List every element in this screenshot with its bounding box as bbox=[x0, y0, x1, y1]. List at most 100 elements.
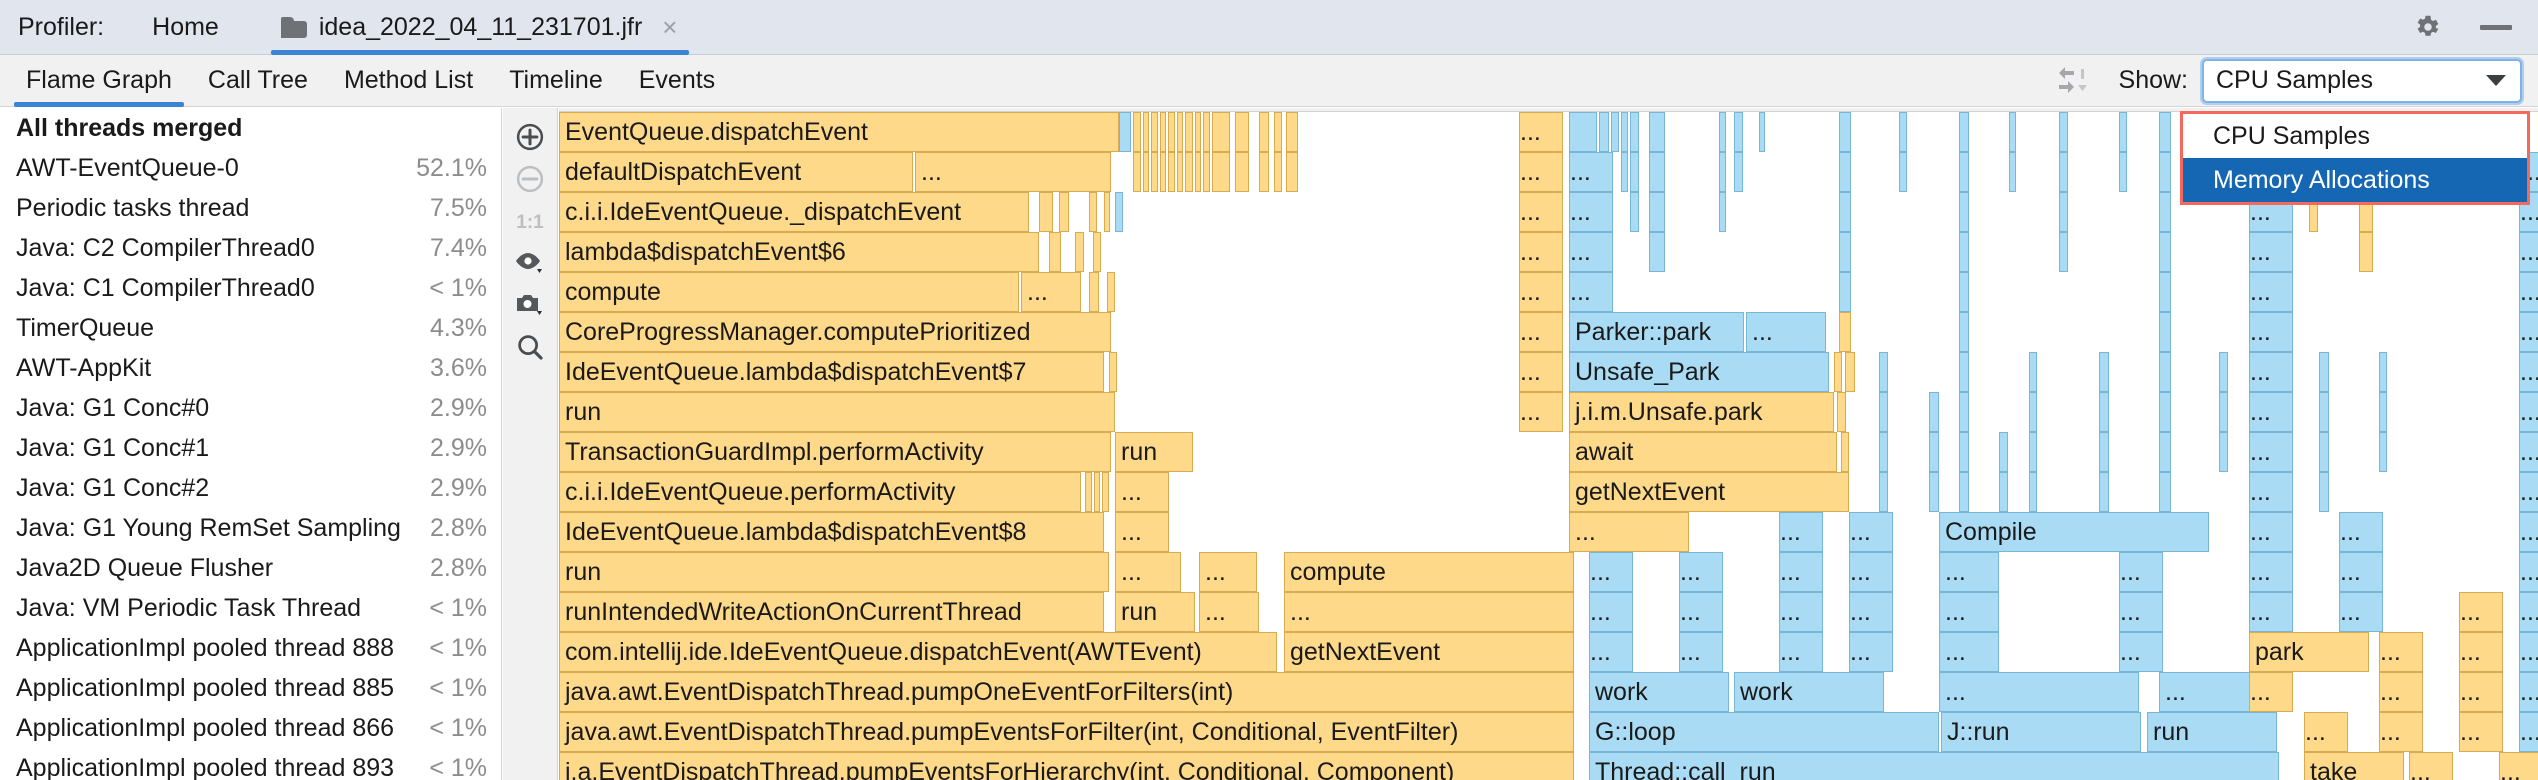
flame-frame[interactable] bbox=[1177, 152, 1183, 192]
flame-frame[interactable] bbox=[1899, 152, 1907, 192]
flame-frame[interactable]: ... bbox=[2409, 752, 2453, 780]
flame-frame[interactable] bbox=[1719, 112, 1726, 152]
flame-frame[interactable] bbox=[1093, 232, 1101, 272]
flame-frame[interactable]: ... bbox=[2519, 272, 2538, 312]
flame-frame[interactable] bbox=[1621, 152, 1628, 192]
flame-frame[interactable] bbox=[1104, 192, 1110, 232]
flame-frame[interactable] bbox=[2159, 272, 2171, 312]
dropdown-item-memory-allocations[interactable]: Memory Allocations bbox=[2183, 158, 2527, 202]
flame-frame[interactable] bbox=[1151, 152, 1158, 192]
flame-frame[interactable]: G::loop bbox=[1589, 712, 1939, 752]
flame-frame[interactable]: run bbox=[1115, 432, 1193, 472]
flame-frame[interactable] bbox=[2319, 432, 2329, 472]
tab-events[interactable]: Events bbox=[621, 55, 733, 107]
thread-list-item[interactable]: Java: G1 Young RemSet Sampling 2.8% bbox=[0, 508, 501, 548]
flame-frame[interactable]: ... bbox=[1939, 592, 1999, 632]
thread-list-item[interactable]: Java: G1 Conc#2 2.9% bbox=[0, 468, 501, 508]
flame-frame[interactable]: ... bbox=[1519, 192, 1563, 232]
flame-frame[interactable]: ... bbox=[1519, 232, 1563, 272]
flame-frame[interactable] bbox=[1177, 112, 1183, 152]
flame-frame[interactable] bbox=[1999, 472, 2008, 512]
flame-frame[interactable] bbox=[2029, 432, 2037, 472]
flame-frame[interactable] bbox=[1115, 192, 1123, 232]
flame-frame[interactable]: ... bbox=[2459, 712, 2503, 752]
tab-timeline[interactable]: Timeline bbox=[491, 55, 621, 107]
flame-frame[interactable] bbox=[2119, 112, 2127, 152]
flame-frame[interactable] bbox=[1839, 192, 1851, 232]
flame-frame[interactable] bbox=[2119, 152, 2127, 192]
flame-frame[interactable] bbox=[1879, 472, 1888, 512]
flame-frame[interactable]: ... bbox=[2379, 632, 2423, 672]
flame-frame[interactable] bbox=[1734, 152, 1743, 192]
flame-frame[interactable]: ... bbox=[1589, 592, 1633, 632]
flame-frame[interactable] bbox=[2219, 432, 2228, 472]
flame-frame[interactable] bbox=[1929, 392, 1939, 432]
flame-frame[interactable] bbox=[2059, 112, 2068, 152]
thread-list-item[interactable]: AWT-EventQueue-0 52.1% bbox=[0, 148, 501, 188]
flame-frame[interactable] bbox=[1959, 192, 1969, 232]
flame-frame[interactable] bbox=[1094, 472, 1100, 512]
flame-frame[interactable] bbox=[1611, 112, 1619, 152]
flame-frame[interactable]: ... bbox=[1519, 272, 1563, 312]
flame-frame[interactable]: ... bbox=[2119, 592, 2163, 632]
flame-frame[interactable]: ... bbox=[2519, 672, 2538, 712]
flame-frame[interactable]: Compile bbox=[1939, 512, 2209, 552]
flame-frame[interactable]: take bbox=[2304, 752, 2404, 780]
tab-method-list[interactable]: Method List bbox=[326, 55, 491, 107]
flame-frame[interactable] bbox=[2099, 352, 2109, 392]
flame-frame[interactable] bbox=[1195, 112, 1201, 152]
flame-frame[interactable]: ... bbox=[2459, 632, 2503, 672]
flame-frame[interactable] bbox=[2219, 352, 2228, 392]
flame-frame[interactable]: ... bbox=[2519, 432, 2538, 472]
flame-frame[interactable]: ... bbox=[1569, 152, 1613, 192]
flame-frame[interactable] bbox=[2059, 232, 2068, 272]
flame-frame[interactable]: ... bbox=[2249, 512, 2293, 552]
flame-frame[interactable] bbox=[2379, 392, 2387, 432]
flame-frame[interactable] bbox=[1839, 312, 1851, 352]
thread-list-item[interactable]: ApplicationImpl pooled thread 885 < 1% bbox=[0, 668, 501, 708]
flame-frame[interactable] bbox=[1649, 112, 1665, 152]
flame-frame[interactable]: ... bbox=[2249, 552, 2293, 592]
flame-frame[interactable]: ... bbox=[2249, 592, 2293, 632]
flame-frame[interactable] bbox=[2319, 352, 2329, 392]
flame-frame[interactable] bbox=[1235, 112, 1249, 152]
flame-frame[interactable] bbox=[2319, 392, 2329, 432]
flame-frame[interactable] bbox=[2029, 352, 2037, 392]
flame-frame[interactable] bbox=[2379, 352, 2387, 392]
flame-frame[interactable]: ... bbox=[1519, 312, 1563, 352]
thread-list-item[interactable]: Java: C1 CompilerThread0 < 1% bbox=[0, 268, 501, 308]
flame-frame[interactable]: IdeEventQueue.lambda$dispatchEvent$7 bbox=[559, 352, 1104, 392]
flame-frame[interactable]: ... bbox=[2459, 592, 2503, 632]
flame-frame[interactable] bbox=[1286, 152, 1298, 192]
flame-frame[interactable]: ... bbox=[1115, 552, 1181, 592]
show-combobox[interactable]: CPU Samples bbox=[2202, 58, 2522, 103]
flame-frame[interactable] bbox=[1203, 152, 1210, 192]
flame-frame[interactable] bbox=[1845, 352, 1855, 392]
flame-frame[interactable]: ... bbox=[1779, 632, 1823, 672]
flame-frame[interactable] bbox=[2319, 472, 2329, 512]
flame-frame[interactable]: CoreProgressManager.computePrioritized bbox=[559, 312, 1111, 352]
flame-frame[interactable]: ... bbox=[1284, 592, 1574, 632]
flame-frame[interactable] bbox=[1133, 112, 1141, 152]
flame-frame[interactable]: ... bbox=[2249, 472, 2293, 512]
flame-frame[interactable]: Unsafe_Park bbox=[1569, 352, 1829, 392]
flame-frame[interactable] bbox=[1959, 312, 1969, 352]
flame-frame[interactable] bbox=[1160, 112, 1166, 152]
flame-frame[interactable]: ... bbox=[2519, 352, 2538, 392]
flame-frame[interactable]: ... bbox=[1569, 272, 1613, 312]
flame-frame[interactable]: ... bbox=[2519, 712, 2538, 752]
flame-frame[interactable] bbox=[2159, 192, 2171, 232]
flame-frame[interactable] bbox=[1039, 192, 1053, 232]
flame-frame[interactable] bbox=[1085, 472, 1092, 512]
flame-frame[interactable] bbox=[2159, 392, 2171, 432]
flame-frame[interactable] bbox=[2359, 232, 2373, 272]
flame-frame[interactable]: ... bbox=[2519, 232, 2538, 272]
flame-frame[interactable]: ... bbox=[1589, 632, 1633, 672]
flame-frame[interactable] bbox=[1630, 152, 1639, 192]
flame-frame[interactable] bbox=[1569, 112, 1597, 152]
flame-frame[interactable]: ... bbox=[2339, 512, 2383, 552]
flame-frame[interactable]: ... bbox=[1849, 512, 1893, 552]
flame-frame[interactable] bbox=[1195, 152, 1201, 192]
flame-frame[interactable]: park bbox=[2249, 632, 2369, 672]
tab-flame-graph[interactable]: Flame Graph bbox=[8, 55, 190, 107]
